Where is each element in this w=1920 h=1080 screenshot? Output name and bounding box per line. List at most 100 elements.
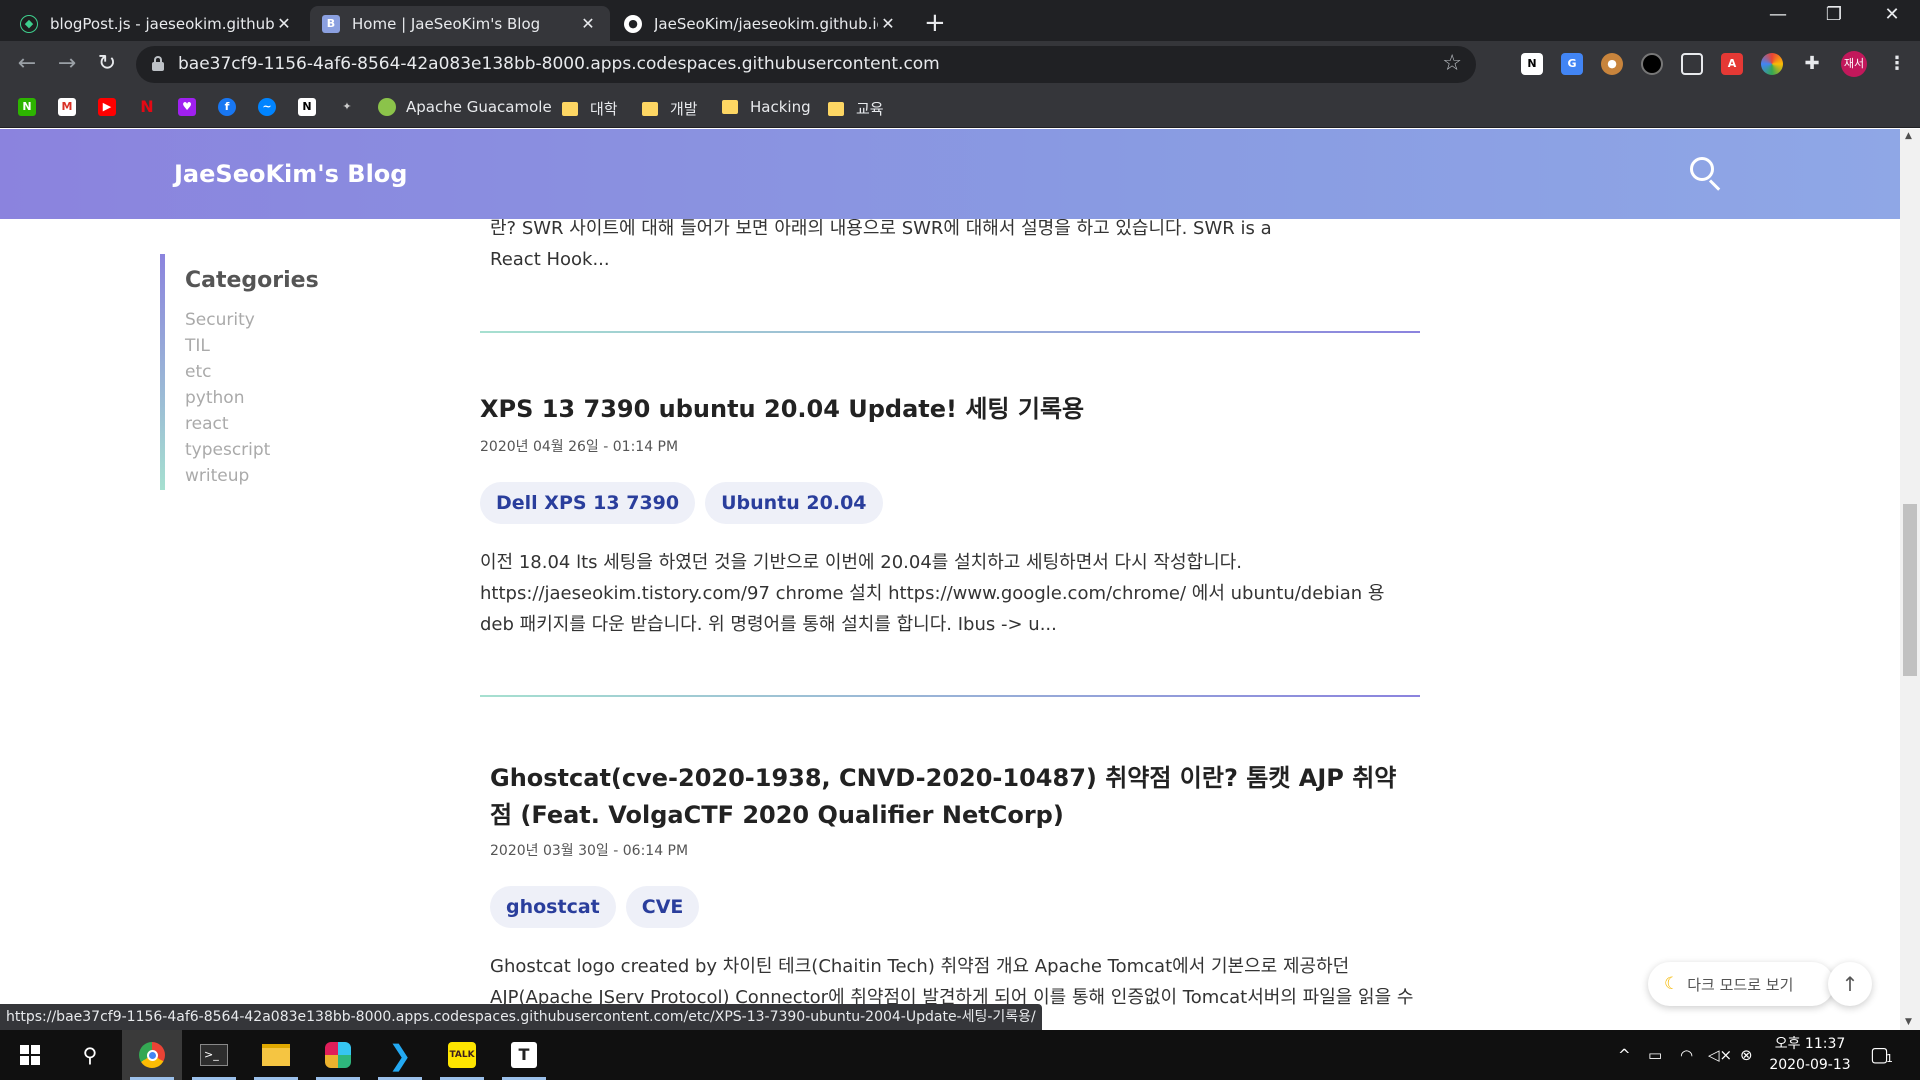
notion-extension-icon[interactable]: N [1521,53,1543,75]
tag-chip[interactable]: CVE [625,886,700,928]
watcha-bookmark[interactable]: ♥ [178,98,206,116]
cookie-extension-icon[interactable]: ● [1601,53,1623,75]
taskbar-clock[interactable]: 오후 11:37 2020-09-13 [1768,1034,1852,1076]
forward-arrow-icon[interactable]: → [52,49,82,79]
youtube-bookmark[interactable]: ▶ [98,98,126,116]
page-scrollbar[interactable]: ▲ ▼ [1900,129,1920,1030]
notion-bookmark[interactable]: N [298,98,326,116]
ctf-bookmark[interactable]: ✦ [338,98,366,116]
scroll-up-icon[interactable]: ▲ [1905,131,1912,141]
close-icon[interactable]: ✕ [878,14,898,33]
clock-date: 2020-09-13 [1769,1057,1851,1073]
explorer-taskbar-button[interactable] [246,1030,306,1080]
site-title[interactable]: JaeSeoKim's Blog [174,160,407,188]
windows-logo-icon [20,1045,40,1065]
folder-icon [642,101,658,116]
terminal-icon: >_ [200,1044,228,1066]
color-picker-extension-icon[interactable] [1761,53,1783,75]
category-link-security[interactable]: Security [185,307,360,333]
battery-icon[interactable]: ▭ [1648,1046,1662,1064]
slack-taskbar-button[interactable] [308,1030,368,1080]
bookmark-guacamole[interactable]: Apache Guacamole [378,98,552,116]
wifi-icon[interactable]: ◠ [1680,1046,1693,1064]
minimize-icon[interactable]: — [1758,4,1798,25]
tag-chip[interactable]: Dell XPS 13 7390 [480,482,696,524]
youtube-icon: ▶ [98,98,116,116]
extension-badge-icon[interactable] [1641,53,1663,75]
new-tab-button[interactable]: + [924,8,946,38]
typora-taskbar-button[interactable]: T [494,1030,554,1080]
messenger-icon: ~ [258,98,276,116]
bookmark-label: 교육 [856,100,884,118]
scrollbar-thumb[interactable] [1903,504,1917,676]
facebook-bookmark[interactable]: f [218,98,246,116]
kakaotalk-taskbar-button[interactable]: TALK [432,1030,492,1080]
naver-icon: N [18,98,36,116]
dark-mode-button[interactable]: ☾ 다크 모드로 보기 [1648,962,1834,1006]
category-link-python[interactable]: python [185,385,360,411]
close-window-icon[interactable]: ✕ [1872,4,1912,25]
ctf-icon: ✦ [342,100,352,113]
blog-favicon-icon: B [322,14,340,33]
vscode-icon: ❯ [388,1038,412,1072]
search-taskbar-button[interactable]: ⚲ [60,1030,120,1080]
tag-chip[interactable]: Ubuntu 20.04 [705,482,883,524]
close-icon[interactable]: ✕ [274,14,294,33]
tab-github[interactable]: ● JaeSeoKim/jaeseokim.github.io ✕ [612,6,910,41]
post-title[interactable]: Ghostcat(cve-2020-1938, CNVD-2020-10487)… [490,760,1410,834]
chrome-icon [139,1042,165,1068]
messenger-bookmark[interactable]: ~ [258,98,286,116]
bookmark-folder-university[interactable]: 대학 [562,98,618,119]
volume-icon[interactable]: ◁× [1708,1046,1732,1064]
lock-icon[interactable] [152,56,164,71]
file-explorer-icon [262,1044,290,1066]
dark-mode-label: 다크 모드로 보기 [1687,975,1794,994]
kakaotalk-icon: TALK [448,1042,476,1068]
bookmark-folder-hacking[interactable]: Hacking [722,98,811,116]
tab-home[interactable]: B Home | JaeSeoKim's Blog ✕ [310,6,610,41]
post-tags: Dell XPS 13 7390 Ubuntu 20.04 [480,482,883,524]
profile-avatar[interactable]: 재서 [1841,51,1867,77]
start-button[interactable] [0,1030,60,1080]
category-link-writeup[interactable]: writeup [185,463,360,489]
category-link-react[interactable]: react [185,411,360,437]
terminal-taskbar-button[interactable]: >_ [184,1030,244,1080]
translate-extension-icon[interactable]: G [1561,53,1583,75]
bookmark-folder-dev[interactable]: 개발 [642,98,698,119]
chevron-up-icon[interactable]: ^ [1618,1046,1631,1064]
reload-icon[interactable]: ↻ [92,49,122,79]
restore-icon[interactable]: ❐ [1814,4,1854,25]
window-extension-icon[interactable] [1681,53,1703,75]
puzzle-extensions-icon[interactable]: ✚ [1801,53,1823,75]
bookmark-folder-education[interactable]: 교육 [828,98,884,119]
naver-bookmark[interactable]: N [18,98,46,116]
netflix-bookmark[interactable]: N [138,98,166,116]
chrome-taskbar-button[interactable] [122,1030,182,1080]
url-text[interactable]: bae37cf9-1156-4af6-8564-42a083e138bb-800… [178,54,940,74]
address-bar[interactable]: bae37cf9-1156-4af6-8564-42a083e138bb-800… [136,46,1476,83]
bookmarks-bar: N M ▶ N ♥ f ~ N ✦ Apache Guacamole 대학 개발… [0,88,1920,128]
notification-count: 1 [1886,1052,1893,1065]
search-icon[interactable] [1690,157,1724,191]
tab-blogpost[interactable]: ◆ blogPost.js - jaeseokim.github.io ✕ [8,6,306,41]
post-excerpt[interactable]: 이전 18.04 lts 세팅을 하였던 것을 기반으로 이번에 20.04를 … [480,547,1410,640]
pdf-extension-icon[interactable]: A [1721,53,1743,75]
post-title[interactable]: XPS 13 7390 ubuntu 20.04 Update! 세팅 기록용 [480,391,1400,428]
tag-chip[interactable]: ghostcat [490,886,616,928]
category-link-typescript[interactable]: typescript [185,437,360,463]
bookmark-star-icon[interactable]: ☆ [1442,51,1462,76]
category-link-til[interactable]: TIL [185,333,360,359]
gmail-bookmark[interactable]: M [58,98,86,116]
close-icon[interactable]: ✕ [578,14,598,33]
folder-icon [722,100,738,114]
bookmark-label: 대학 [590,100,618,118]
status-x-icon[interactable]: ⊗ [1740,1046,1753,1064]
category-link-etc[interactable]: etc [185,359,360,385]
previous-post-excerpt[interactable]: 란? SWR 사이트에 대해 들어가 보면 아래의 내용으로 SWR에 대해서 … [490,213,1420,275]
scroll-down-icon[interactable]: ▼ [1905,1017,1912,1027]
kebab-menu-icon[interactable]: ⋮ [1886,53,1908,75]
scroll-to-top-button[interactable]: ↑ [1828,962,1872,1006]
tab-label: JaeSeoKim/jaeseokim.github.io [654,14,878,33]
back-arrow-icon[interactable]: ← [12,49,42,79]
vscode-taskbar-button[interactable]: ❯ [370,1030,430,1080]
